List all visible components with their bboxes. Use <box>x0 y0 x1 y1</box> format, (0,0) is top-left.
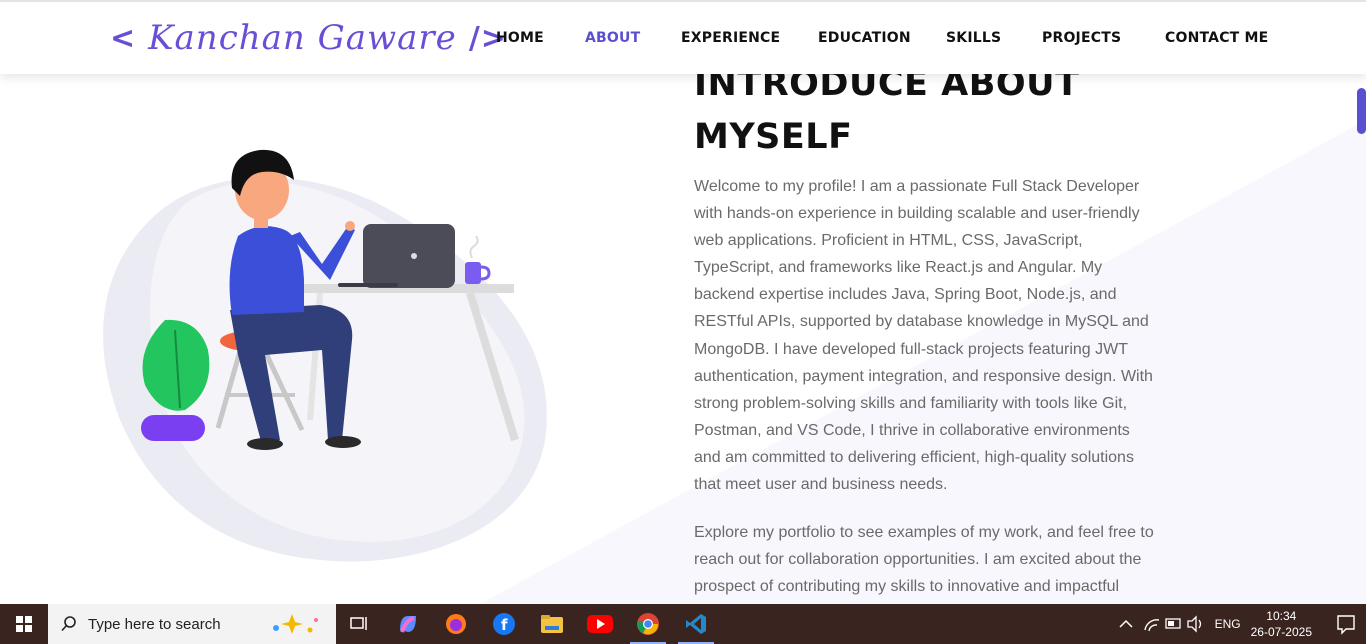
nav-skills[interactable]: SKILLS <box>946 30 1001 46</box>
volume-icon[interactable] <box>1185 604 1207 644</box>
chevron-up-icon[interactable] <box>1111 604 1141 644</box>
clock-time: 10:34 <box>1266 609 1297 623</box>
nav-about[interactable]: ABOUT <box>585 30 640 46</box>
nav-projects[interactable]: PROJECTS <box>1042 30 1121 46</box>
page-scrollbar-thumb[interactable] <box>1357 88 1366 134</box>
system-tray: ENG 10:34 26-07-2025 <box>1111 604 1366 644</box>
copilot-icon[interactable] <box>384 604 432 644</box>
about-paragraph-1: Welcome to my profile! I am a passionate… <box>694 178 1153 494</box>
windows-logo-icon <box>16 616 32 632</box>
taskbar-clock[interactable]: 10:34 26-07-2025 <box>1251 608 1312 640</box>
logo-open-bracket: < <box>110 20 137 56</box>
battery-icon[interactable] <box>1163 604 1185 644</box>
about-paragraph-2: Explore my portfolio to see examples of … <box>694 524 1154 596</box>
youtube-icon[interactable] <box>576 604 624 644</box>
site-header: < Kanchan Gaware /> HOME ABOUT EXPERIENC… <box>0 0 1366 74</box>
browser-viewport: INTRODUCE ABOUT MYSELF Welcome to my pro… <box>0 0 1366 604</box>
facebook-icon[interactable]: f <box>480 604 528 644</box>
search-placeholder: Type here to search <box>88 615 221 633</box>
nav-contact-me[interactable]: CONTACT ME <box>1165 30 1268 46</box>
site-logo[interactable]: < Kanchan Gaware /> <box>110 8 507 68</box>
logo-name: Kanchan Gaware <box>148 18 457 58</box>
clock-date: 26-07-2025 <box>1250 625 1312 639</box>
nav-experience[interactable]: EXPERIENCE <box>681 30 780 46</box>
chrome-icon[interactable] <box>624 604 672 644</box>
windows-start-button[interactable] <box>0 604 48 644</box>
search-icon <box>61 616 76 632</box>
language-indicator[interactable]: ENG <box>1215 617 1241 631</box>
windows-taskbar: Type here to search f ENG 10:34 26-07-20… <box>0 604 1366 644</box>
wifi-icon[interactable] <box>1141 604 1163 644</box>
firefox-icon[interactable] <box>432 604 480 644</box>
nav-education[interactable]: EDUCATION <box>818 30 911 46</box>
file-explorer-icon[interactable] <box>528 604 576 644</box>
svg-text:f: f <box>501 616 508 634</box>
developer-illustration <box>103 149 547 562</box>
sparkle-icon <box>273 614 318 634</box>
notifications-icon[interactable] <box>1326 604 1366 644</box>
about-heading-line2: MYSELF <box>694 117 853 157</box>
task-view-icon[interactable] <box>336 604 384 644</box>
vscode-icon[interactable] <box>672 604 720 644</box>
taskbar-search-box[interactable]: Type here to search <box>48 604 336 644</box>
nav-home[interactable]: HOME <box>496 30 544 46</box>
